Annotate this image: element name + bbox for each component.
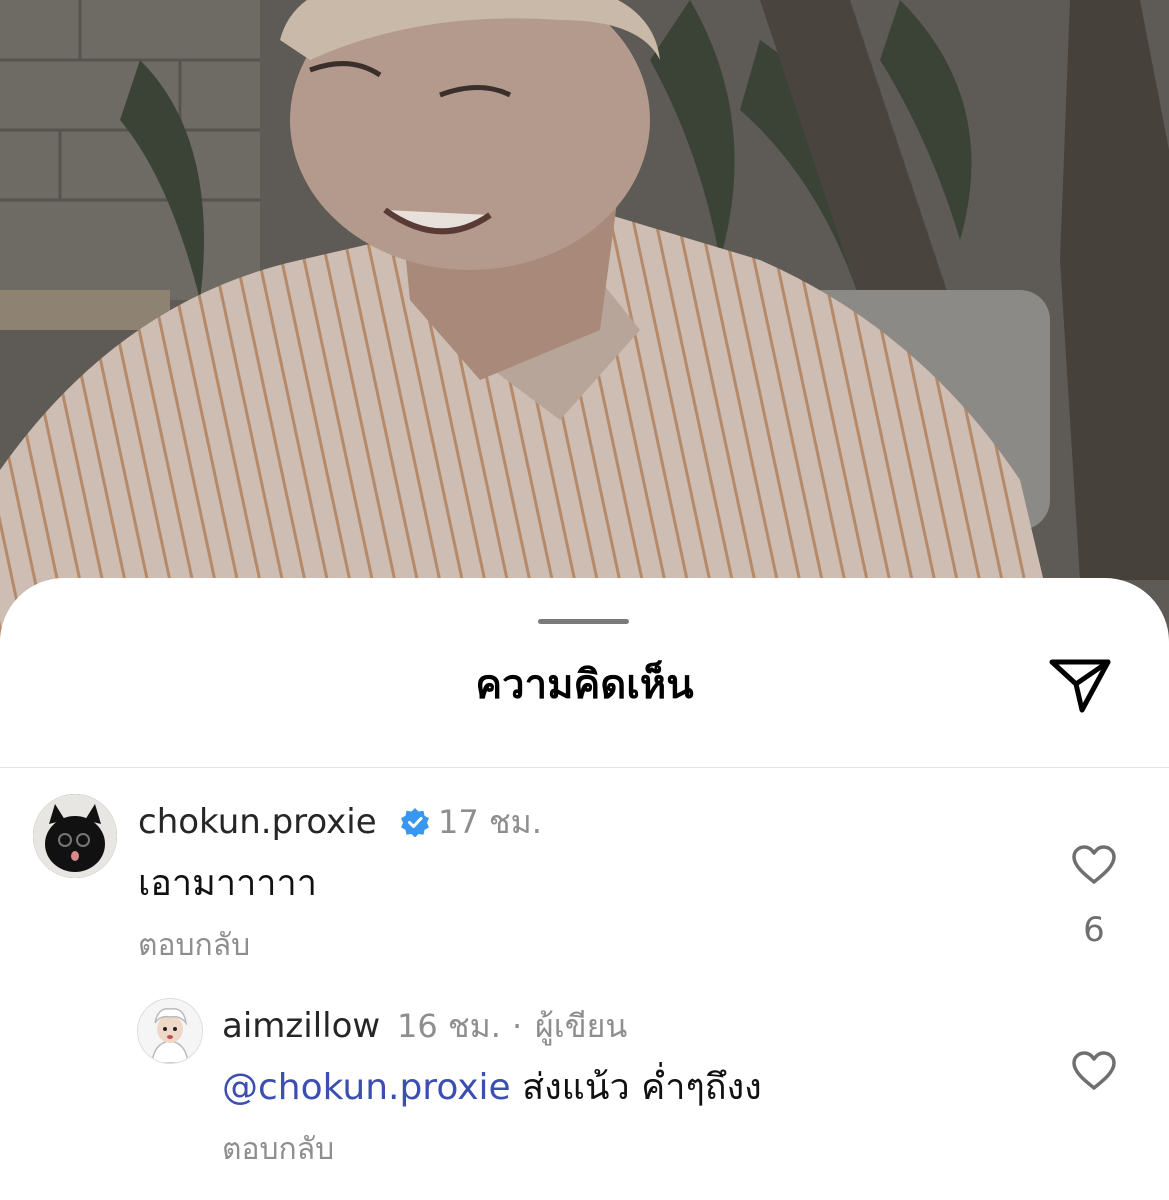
author-badge: ผู้เขียน [535,1007,628,1045]
header-divider [0,767,1169,768]
reply-text: @chokun.proxie ส่งแน้ว ค่ำๆถึงง [222,1066,762,1110]
reply-button[interactable]: ตอบกลับ [222,1130,334,1170]
mention-link[interactable]: @chokun.proxie [222,1067,511,1108]
sheet-title: ความคิดเห็น [475,662,694,708]
reply-text-body: ส่งแน้ว ค่ำๆถึงง [510,1067,762,1108]
black-cat-avatar-icon [33,794,117,878]
avatar[interactable] [137,998,203,1064]
comment-username[interactable]: chokun.proxie [138,802,377,842]
share-button[interactable] [1046,654,1114,716]
heart-icon[interactable] [1071,844,1117,886]
verified-badge-icon [401,808,429,837]
like-count: 6 [1083,910,1105,950]
reply-username[interactable]: aimzillow [222,1006,380,1046]
sheet-grabber[interactable] [538,619,629,624]
reply-timestamp: 16 ชม. [397,1007,501,1045]
comments-sheet: ความคิดเห็น chokun.proxie 17 ชม. เอามาาา… [0,578,1169,1200]
meta-separator: · [512,1007,523,1045]
comment-text: เอามาาาาา [138,863,317,904]
paper-plane-icon [1049,659,1111,713]
post-photo [0,0,1169,650]
comment-timestamp: 17 ชม. [438,803,542,841]
heart-icon[interactable] [1071,1050,1117,1092]
reply-button[interactable]: ตอบกลับ [138,926,250,966]
comments-screen: ความคิดเห็น chokun.proxie 17 ชม. เอามาาา… [0,0,1169,1200]
avatar[interactable] [33,794,117,878]
cartoon-white-hair-avatar-icon [138,999,202,1063]
